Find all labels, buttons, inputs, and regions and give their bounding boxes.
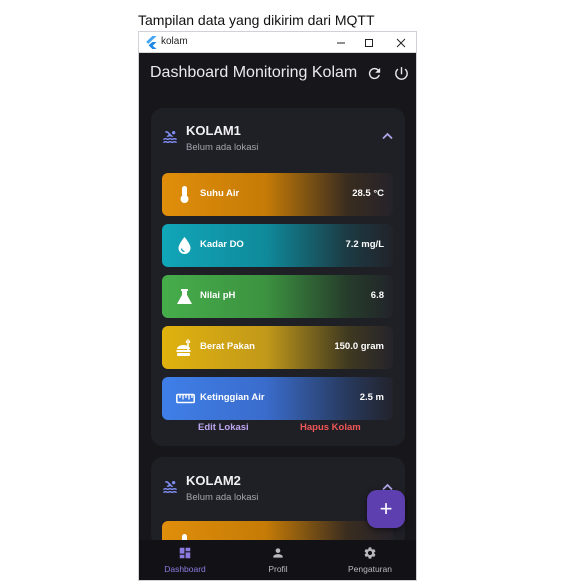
- chevron-up-icon[interactable]: [382, 132, 393, 140]
- delete-pond-button[interactable]: Hapus Kolam: [300, 422, 361, 433]
- flutter-logo-icon: [146, 36, 157, 49]
- sensor-value: 28.5 °C: [352, 188, 384, 199]
- ruler-icon: [176, 393, 195, 404]
- power-icon[interactable]: [393, 65, 410, 82]
- card-actions: Edit Lokasi Hapus Kolam: [151, 422, 405, 436]
- nav-label: Dashboard: [164, 564, 206, 574]
- pool-icon: [163, 480, 177, 493]
- app-window: kolam Dashboard Monitoring Kolam KOLAM1 …: [138, 31, 417, 581]
- sensor-label: Suhu Air: [200, 188, 240, 199]
- sensor-label: Berat Pakan: [200, 341, 255, 352]
- close-button[interactable]: [386, 32, 416, 53]
- refresh-icon[interactable]: [366, 65, 383, 82]
- nav-item-profil[interactable]: Profil: [233, 544, 323, 578]
- edit-location-button[interactable]: Edit Lokasi: [198, 422, 249, 433]
- nav-item-dashboard[interactable]: Dashboard: [140, 544, 230, 578]
- maximize-icon: [365, 38, 373, 47]
- person-icon: [273, 548, 283, 558]
- pond-location: Belum ada lokasi: [186, 142, 259, 153]
- dashboard-icon: [179, 547, 191, 559]
- app-bar: Dashboard Monitoring Kolam: [139, 54, 416, 94]
- flask-icon: [177, 289, 192, 304]
- sensor-card-ketinggian-air: Ketinggian Air 2.5 m: [162, 377, 393, 420]
- sensor-label: Kadar DO: [200, 239, 244, 250]
- pond-name: KOLAM2: [186, 473, 241, 488]
- maximize-button[interactable]: [354, 32, 384, 53]
- pool-icon: [163, 130, 177, 143]
- pond-name: KOLAM1: [186, 123, 241, 138]
- sensor-label: Ketinggian Air: [200, 392, 265, 403]
- page-title: Dashboard Monitoring Kolam: [150, 64, 358, 81]
- feed-icon: [176, 339, 191, 356]
- window-title: kolam: [161, 36, 188, 47]
- minimize-button[interactable]: [326, 32, 356, 53]
- sensor-card-berat-pakan: Berat Pakan 150.0 gram: [162, 326, 393, 369]
- window-titlebar: kolam: [139, 32, 416, 53]
- bottom-navigation: Dashboard Profil Pengaturan: [139, 540, 416, 580]
- sensor-value: 7.2 mg/L: [345, 239, 384, 250]
- add-pond-button[interactable]: +: [367, 490, 405, 528]
- sensor-card-nilai-ph: Nilai pH 6.8: [162, 275, 393, 318]
- close-icon: [396, 38, 406, 47]
- sensor-value: 6.8: [370, 290, 384, 301]
- sensor-card-suhu-air: Suhu Air 28.5 °C: [162, 173, 393, 216]
- sensor-label: Nilai pH: [200, 290, 236, 301]
- nav-label: Pengaturan: [348, 564, 392, 574]
- settings-icon: [364, 547, 376, 559]
- sensor-value: 150.0 gram: [334, 341, 384, 352]
- nav-item-pengaturan[interactable]: Pengaturan: [325, 544, 415, 578]
- screenshot-caption: Tampilan data yang dikirim dari MQTT: [138, 12, 375, 28]
- water-drop-icon: [178, 237, 191, 254]
- pond-location: Belum ada lokasi: [186, 492, 259, 503]
- thermometer-icon: [180, 186, 189, 203]
- pond-card-kolam1: KOLAM1 Belum ada lokasi Suhu Air 28.5 °C…: [151, 108, 405, 446]
- sensor-value: 2.5 m: [359, 392, 384, 403]
- sensor-card-kadar-do: Kadar DO 7.2 mg/L: [162, 224, 393, 267]
- nav-label: Profil: [268, 564, 288, 574]
- plus-icon: +: [379, 496, 393, 521]
- minimize-icon: [337, 42, 345, 43]
